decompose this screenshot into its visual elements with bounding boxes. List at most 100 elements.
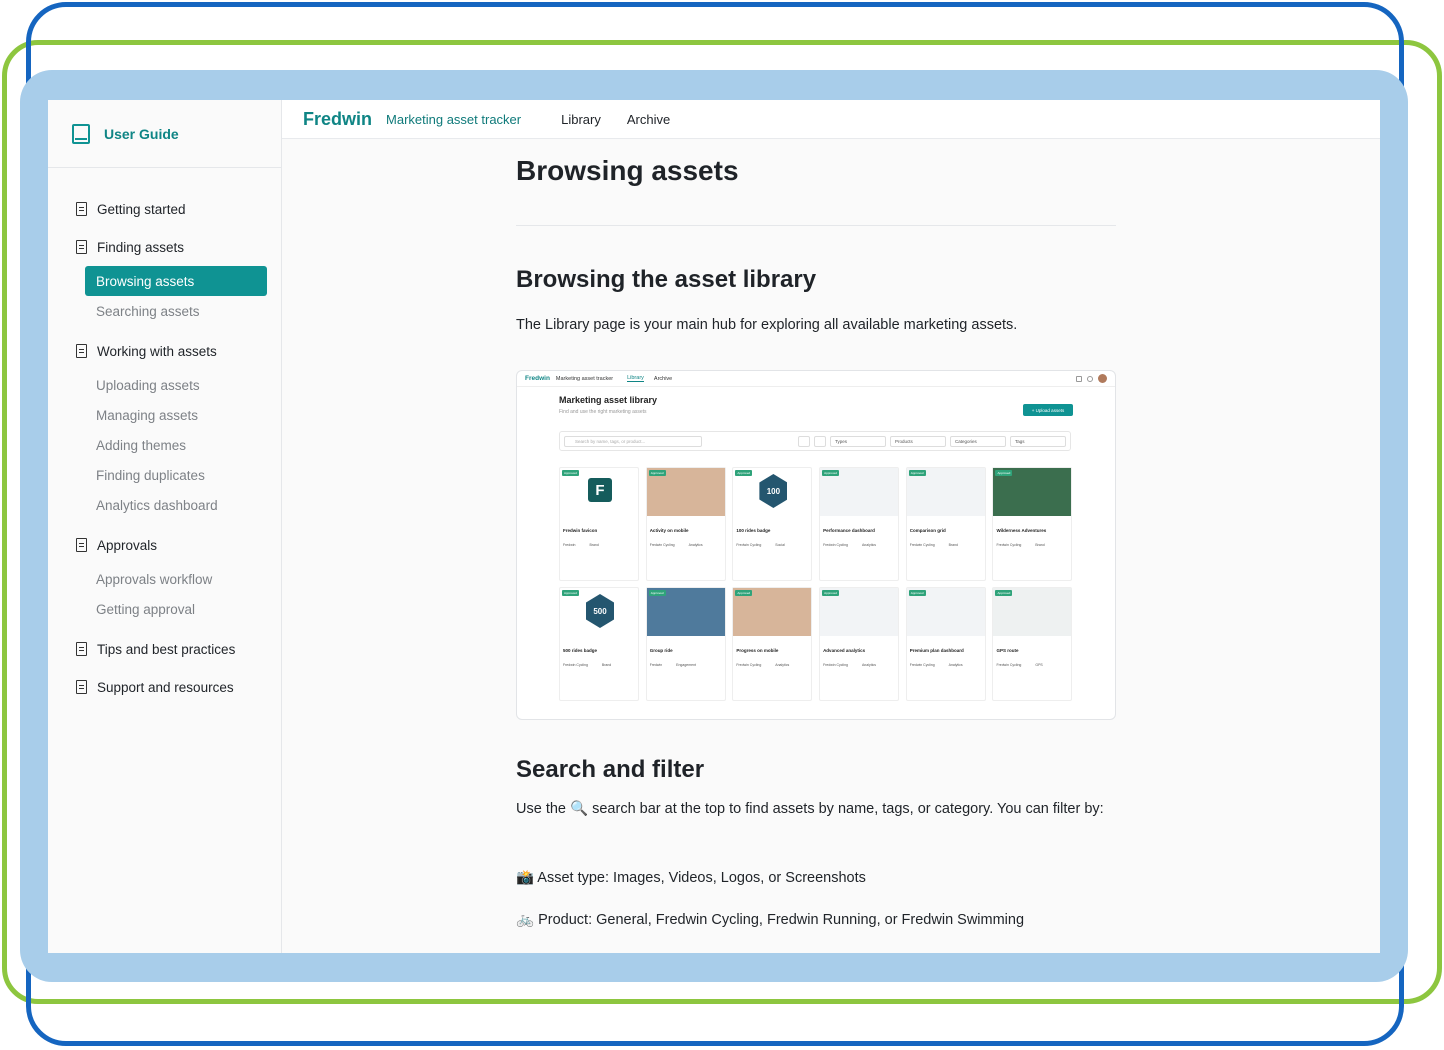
sidebar-group[interactable]: Approvals	[48, 526, 281, 564]
document-icon	[76, 680, 87, 694]
embed-asset-grid: F Approved Fredwin favicon Fredwin Brand Appr…	[559, 467, 1075, 701]
sidebar-group[interactable]: Tips and best practices	[48, 630, 281, 668]
sidebar-group[interactable]: Support and resources	[48, 668, 281, 706]
app-window: User Guide Getting started Finding assets…	[48, 100, 1380, 953]
asset-thumbnail: Approved	[820, 468, 899, 516]
embed-title: Marketing asset library	[559, 395, 658, 405]
sidebar-item[interactable]: Finding duplicates	[85, 460, 267, 490]
asset-product: Fredwin Cycling	[823, 663, 848, 667]
embed-asset-card: Approved Performance dashboard Fredwin Cyc…	[819, 467, 900, 581]
embed-asset-card: Approved Group ride Fredwin Engagement	[645, 587, 726, 701]
asset-product: Fredwin Cycling	[823, 543, 848, 547]
embed-nav-archive: Archive	[653, 375, 673, 382]
sidebar-item[interactable]: Uploading assets	[85, 370, 267, 400]
sort-icon	[814, 435, 826, 447]
status-badge: Approved	[908, 590, 926, 596]
document-icon	[76, 344, 87, 358]
asset-thumbnail: F Approved	[560, 468, 638, 516]
asset-meta-row: Fredwin Engagement	[647, 653, 725, 667]
avatar	[1098, 374, 1107, 383]
embed-subtitle: Marketing asset tracker	[555, 375, 614, 382]
asset-name: Performance dashboard	[823, 528, 875, 533]
embed-brand: Fredwin	[525, 375, 550, 382]
sidebar-item[interactable]: Managing assets	[85, 400, 267, 430]
asset-product: Fredwin Cycling	[996, 663, 1022, 667]
asset-name: Wilderness Adventures	[996, 528, 1047, 533]
document-icon	[76, 642, 87, 656]
asset-meta-row: Fredwin Cycling Analytics	[733, 653, 811, 667]
asset-product: Fredwin Cycling	[996, 543, 1022, 547]
embed-asset-card: Approved GPS route Fredwin Cycling GPS	[992, 587, 1073, 701]
asset-name: Fredwin favicon	[563, 528, 598, 533]
document-icon	[76, 202, 87, 216]
asset-name: 100 rides badge	[736, 528, 771, 533]
asset-name: Progress on mobile	[736, 648, 779, 653]
page-title: Browsing assets	[516, 155, 739, 186]
sidebar-header[interactable]: User Guide	[48, 100, 281, 168]
sidebar-item[interactable]: Analytics dashboard	[85, 490, 267, 520]
status-badge: Approved	[995, 470, 1013, 476]
asset-category: Analytics	[861, 663, 876, 667]
section-heading-browsing: Browsing the asset library	[516, 266, 817, 293]
section-heading-search: Search and filter	[516, 756, 705, 783]
asset-product: Fredwin	[649, 663, 663, 667]
embed-search-input: Search by name, tags, or product...	[564, 435, 702, 447]
embed-filter-bar: Search by name, tags, or product... Type…	[559, 431, 1071, 451]
asset-thumbnail: Approved	[906, 468, 985, 516]
nav-library[interactable]: Library	[561, 112, 601, 127]
asset-product: Fredwin Cycling	[909, 543, 935, 547]
asset-name: Advanced analytics	[823, 648, 866, 653]
embed-asset-card: F Approved Fredwin favicon Fredwin Brand	[559, 467, 639, 581]
gear-icon	[1087, 375, 1093, 382]
embed-asset-card: Approved Advanced analytics Fredwin Cyclin…	[819, 587, 900, 701]
asset-meta-row: Fredwin Brand	[560, 533, 638, 547]
asset-name: GPS route	[996, 648, 1019, 653]
sidebar-group[interactable]: Getting started	[48, 190, 281, 228]
asset-category: Engagement	[676, 663, 696, 667]
status-badge: Approved	[822, 470, 839, 476]
sidebar-group-label: Approvals	[97, 537, 158, 553]
asset-name: Activity on mobile	[649, 528, 689, 533]
fredwin-logo-icon: F	[588, 478, 612, 502]
status-badge: Approved	[735, 590, 753, 596]
asset-category: Analytics	[775, 663, 790, 667]
embed-nav-library: Library	[627, 375, 644, 382]
sidebar: User Guide Getting started Finding assets…	[48, 100, 282, 953]
asset-meta-row: Fredwin Cycling Brand	[907, 533, 985, 547]
asset-category: Analytics	[948, 663, 963, 667]
nav-archive[interactable]: Archive	[627, 112, 670, 127]
sidebar-item[interactable]: Approvals workflow	[85, 564, 267, 594]
asset-category: Brand	[589, 543, 599, 547]
embed-asset-card: 100 Approved 100 rides badge Fredwin Cyclin…	[732, 467, 813, 581]
embed-asset-card: Approved Activity on mobile Fredwin Cyclin…	[645, 467, 726, 581]
document-icon	[76, 240, 87, 254]
asset-product: Fredwin Cycling	[736, 663, 762, 667]
status-badge: Approved	[648, 590, 666, 596]
camera-icon: 📸	[516, 870, 535, 886]
asset-thumbnail: Approved	[820, 588, 899, 636]
asset-category: Analytics	[688, 543, 703, 547]
embed-filter-categories: Categories	[950, 435, 1006, 447]
main-area: Fredwin Marketing asset tracker Library …	[282, 100, 1380, 953]
sidebar-item[interactable]: Getting approval	[85, 594, 267, 624]
article: Browsing assets Browsing the asset libra…	[516, 155, 1116, 339]
badge-icon: 100	[759, 474, 788, 508]
sidebar-group[interactable]: Finding assets	[48, 228, 281, 266]
asset-thumbnail: Approved	[646, 468, 725, 516]
asset-meta-row: Fredwin Cycling Analytics	[907, 653, 985, 667]
brand-logo[interactable]: Fredwin	[303, 109, 372, 130]
embed-description: Find and use the right marketing assets	[559, 409, 647, 415]
sidebar-item[interactable]: Adding themes	[85, 430, 267, 460]
sidebar-title: User Guide	[104, 125, 179, 142]
sidebar-group[interactable]: Working with assets	[48, 332, 281, 370]
asset-thumbnail: Approved	[993, 588, 1072, 636]
asset-category: GPS	[1035, 663, 1043, 667]
asset-product: Fredwin	[563, 543, 576, 547]
embed-asset-card: Approved Comparison grid Fredwin Cycling Br…	[905, 467, 986, 581]
sidebar-item[interactable]: Browsing assets	[85, 266, 267, 296]
asset-meta-row: Fredwin Cycling Analytics	[647, 533, 725, 547]
document-icon	[76, 538, 87, 552]
status-badge: Approved	[908, 470, 926, 476]
sidebar-item[interactable]: Searching assets	[85, 296, 267, 326]
badge-icon: 500	[586, 594, 614, 628]
